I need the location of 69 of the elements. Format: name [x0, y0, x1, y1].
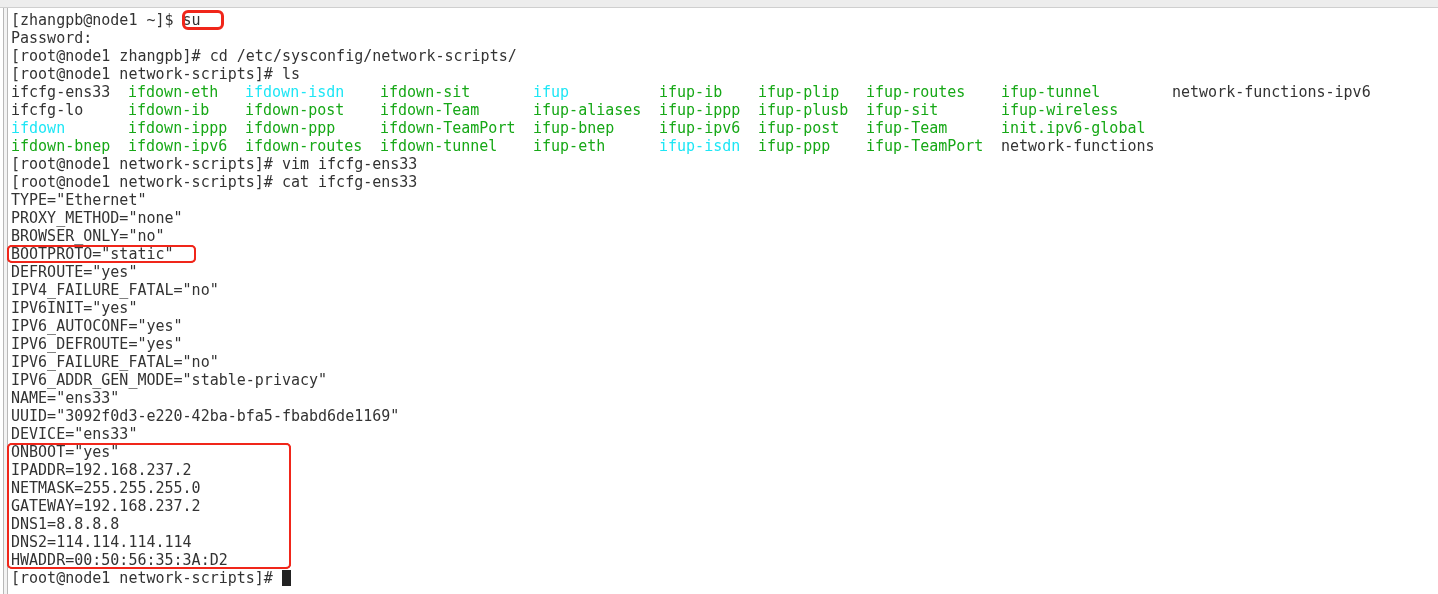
shell-prompt: [root@node1 network-scripts]#	[11, 65, 273, 83]
shell-prompt: [root@node1 zhangpb]#	[11, 47, 201, 65]
file-name: ifup-wireless	[1001, 101, 1119, 119]
output-line: IPADDR=192.168.237.2	[7, 461, 291, 479]
file-name: ifdown-eth	[128, 83, 219, 101]
file-name: ifdown-bnep	[11, 137, 111, 155]
output-line: NAME="ens33"	[11, 389, 120, 407]
file-name: network-functions-ipv6	[1172, 83, 1371, 101]
file-name: ifdown-post	[245, 101, 345, 119]
output-line: IPV6_AUTOCONF="yes"	[11, 317, 183, 335]
file-name: ifdown-tunnel	[380, 137, 498, 155]
output-line: DNS2=114.114.114.114	[7, 533, 291, 551]
file-name: ifup-isdn	[659, 137, 741, 155]
command-text: cd /etc/sysconfig/network-scripts/	[209, 47, 517, 65]
output-line: ONBOOT="yes"	[7, 443, 291, 461]
output-line: IPV6INIT="yes"	[11, 299, 138, 317]
file-name: ifup-tunnel	[1001, 83, 1101, 101]
output-line: IPV6_DEFROUTE="yes"	[11, 335, 183, 353]
file-name: ifup-TeamPort	[866, 137, 984, 155]
file-name: ifup-Team	[866, 119, 948, 137]
file-name: network-functions	[1001, 137, 1155, 155]
file-name: ifup-routes	[866, 83, 966, 101]
output-line: DEVICE="ens33"	[11, 425, 138, 443]
output-line: IPV6_FAILURE_FATAL="no"	[11, 353, 219, 371]
file-name: ifdown	[11, 119, 66, 137]
file-name: ifcfg-ens33	[11, 83, 111, 101]
shell-prompt: [root@node1 network-scripts]#	[11, 173, 273, 191]
output-line: Password:	[11, 29, 93, 47]
file-name: ifdown-ippp	[128, 119, 228, 137]
file-name: ifup-aliases	[533, 101, 642, 119]
file-name: ifup-ipv6	[659, 119, 741, 137]
file-name: ifup-plip	[758, 83, 840, 101]
output-line: IPV6_ADDR_GEN_MODE="stable-privacy"	[11, 371, 328, 389]
output-line: GATEWAY=192.168.237.2	[7, 497, 291, 515]
file-name: ifdown-routes	[245, 137, 363, 155]
file-name: ifup-eth	[533, 137, 606, 155]
shell-prompt: [root@node1 network-scripts]#	[11, 569, 273, 587]
file-name: ifup-sit	[866, 101, 939, 119]
output-line: BOOTPROTO="static"	[7, 245, 197, 263]
output-line: HWADDR=00:50:56:35:3A:D2	[7, 551, 291, 569]
file-name: ifdown-isdn	[245, 83, 345, 101]
output-line: DNS1=8.8.8.8	[7, 515, 291, 533]
output-line: DEFROUTE="yes"	[11, 263, 138, 281]
file-name: ifdown-Team	[380, 101, 480, 119]
output-line: PROXY_METHOD="none"	[11, 209, 183, 227]
file-name: ifcfg-lo	[11, 101, 84, 119]
file-name: ifup-post	[758, 119, 840, 137]
output-line: NETMASK=255.255.255.0	[7, 479, 291, 497]
file-name: ifup-ppp	[758, 137, 831, 155]
file-name: ifup	[533, 83, 570, 101]
output-line: IPV4_FAILURE_FATAL="no"	[11, 281, 219, 299]
file-name: init.ipv6-global	[1001, 119, 1146, 137]
file-name: ifup-ippp	[659, 101, 741, 119]
command-text: ls	[281, 65, 300, 83]
file-name: ifup-ib	[659, 83, 723, 101]
shell-prompt: [zhangpb@node1 ~]$	[11, 11, 174, 29]
file-name: ifdown-ib	[128, 101, 210, 119]
output-line: TYPE="Ethernet"	[11, 191, 147, 209]
shell-prompt: [root@node1 network-scripts]#	[11, 155, 273, 173]
command-text: cat ifcfg-ens33	[281, 173, 418, 191]
file-name: ifdown-ppp	[245, 119, 336, 137]
output-line: UUID="3092f0d3-e220-42ba-bfa5-fbabd6de1169"	[11, 407, 400, 425]
command-text: vim ifcfg-ens33	[281, 155, 418, 173]
file-name: ifdown-ipv6	[128, 137, 228, 155]
output-line: BROWSER_ONLY="no"	[11, 227, 165, 245]
file-name: ifup-bnep	[533, 119, 615, 137]
file-name: ifdown-sit	[380, 83, 471, 101]
file-name: ifup-plusb	[758, 101, 849, 119]
file-name: ifdown-TeamPort	[380, 119, 516, 137]
